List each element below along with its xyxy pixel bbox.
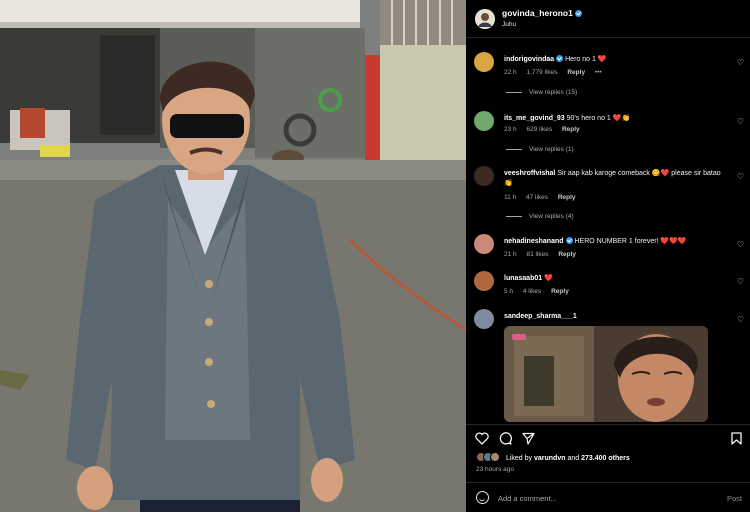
comment-gif-image [504, 326, 708, 422]
reply-button[interactable]: Reply [558, 251, 576, 258]
commenter-avatar[interactable] [474, 271, 494, 291]
like-comment-heart-icon[interactable]: ♡ [737, 117, 744, 126]
liker-avatar [490, 452, 500, 462]
comment-body: veeshroffvishal Sir aap kab karoge comeb… [504, 169, 730, 189]
add-comment-bar: Add a comment... Post [466, 482, 750, 512]
verified-badge-icon [574, 10, 582, 17]
post-photo-illustration [0, 0, 466, 512]
post-header: govinda_herono1 Juhu [466, 0, 750, 38]
post-detail-panel: govinda_herono1 Juhu indorigovindaa Hero… [466, 0, 750, 512]
like-comment-heart-icon[interactable]: ♡ [737, 315, 744, 324]
liked-by-user[interactable]: varundvn [534, 455, 566, 462]
post-location[interactable]: Juhu [502, 21, 516, 28]
commenter-avatar[interactable] [474, 166, 494, 186]
reply-button[interactable]: Reply [562, 126, 580, 133]
post-timestamp[interactable]: 23 hours ago [476, 466, 514, 473]
comment-time: 5 h [504, 288, 514, 295]
post-actions-bar [466, 424, 750, 450]
comment-time: 23 h [504, 126, 517, 133]
author-username-text[interactable]: govinda_herono1 [502, 8, 573, 18]
comment-body: lunasaab01 ❤️ [504, 274, 730, 284]
commenter-avatar[interactable] [474, 52, 494, 72]
comment-text: ❤️ [544, 275, 553, 282]
like-comment-heart-icon[interactable]: ♡ [737, 58, 744, 67]
commenter-avatar[interactable] [474, 309, 494, 329]
post-photo[interactable] [0, 0, 466, 512]
comment-likes[interactable]: 47 likes [526, 194, 548, 201]
commenter-username[interactable]: sandeep_sharma___1 [504, 313, 577, 320]
comment-likes[interactable]: 81 likes [526, 251, 548, 258]
comment-body: indorigovindaa Hero no 1 ❤️ [504, 55, 730, 65]
view-replies-button[interactable]: View replies (15) [506, 89, 577, 96]
comment-body: nehadineshanand HERO NUMBER 1 forever! ❤… [504, 237, 730, 247]
view-replies-button[interactable]: View replies (1) [506, 146, 574, 153]
comment-meta: 11 h 47 likes Reply [504, 194, 584, 201]
comment-likes[interactable]: 4 likes [523, 288, 541, 295]
author-username[interactable]: govinda_herono1 [502, 8, 582, 18]
comment-gif[interactable] [504, 326, 708, 422]
comment-text: Hero no 1 ❤️ [565, 56, 607, 63]
liked-by-prefix: Liked by [505, 455, 533, 462]
comment-body: its_me_govind_93 90's hero no 1 ❤️👏 [504, 114, 730, 124]
commenter-username[interactable]: veeshroffvishal [504, 170, 555, 177]
like-comment-heart-icon[interactable]: ♡ [737, 240, 744, 249]
author-avatar[interactable] [475, 9, 495, 29]
comment-time: 21 h [504, 251, 517, 258]
comment-time: 11 h [504, 194, 517, 201]
emoji-icon[interactable] [476, 491, 489, 504]
view-replies-button[interactable]: View replies (4) [506, 213, 574, 220]
commenter-avatar[interactable] [474, 234, 494, 254]
comment-likes[interactable]: 1,779 likes [526, 69, 557, 76]
comment-meta: 21 h 81 likes Reply [504, 251, 584, 258]
liked-by-others[interactable]: 273.400 others [581, 455, 630, 462]
comment-meta: 23 h 629 likes Reply [504, 126, 588, 133]
commenter-username[interactable]: its_me_govind_93 [504, 115, 565, 122]
comment-icon[interactable] [499, 432, 512, 445]
share-icon[interactable] [522, 432, 535, 445]
liked-by-and: and [567, 455, 580, 462]
author-avatar-image [475, 9, 495, 29]
comment-text: HERO NUMBER 1 forever! ❤️❤️❤️ [574, 238, 687, 245]
comment-options-button[interactable]: ••• [595, 69, 602, 76]
commenter-avatar[interactable] [474, 111, 494, 131]
comment-likes[interactable]: 629 likes [526, 126, 552, 133]
commenter-username[interactable]: lunasaab01 [504, 275, 542, 282]
like-comment-heart-icon[interactable]: ♡ [737, 277, 744, 286]
reply-button[interactable]: Reply [551, 288, 569, 295]
post-comment-button[interactable]: Post [727, 494, 742, 503]
liked-by-summary[interactable]: Liked by varundvn and 273.400 others [476, 452, 630, 462]
comment-meta: 5 h 4 likes Reply [504, 288, 577, 295]
heart-icon[interactable] [475, 432, 489, 445]
reply-button[interactable]: Reply [558, 194, 576, 201]
commenter-username[interactable]: nehadineshanand [504, 238, 564, 245]
verified-badge-icon [565, 237, 573, 244]
add-comment-input[interactable]: Add a comment... [498, 494, 557, 503]
comment-text: 90's hero no 1 ❤️👏 [566, 115, 631, 122]
like-comment-heart-icon[interactable]: ♡ [737, 172, 744, 181]
bookmark-icon[interactable] [731, 432, 742, 445]
verified-badge-icon [556, 55, 564, 62]
comment-time: 22 h [504, 69, 517, 76]
comment-meta: 22 h 1,779 likes Reply ••• [504, 69, 610, 76]
commenter-username[interactable]: indorigovindaa [504, 56, 554, 63]
reply-button[interactable]: Reply [567, 69, 585, 76]
comment-body: sandeep_sharma___1 [504, 312, 730, 322]
